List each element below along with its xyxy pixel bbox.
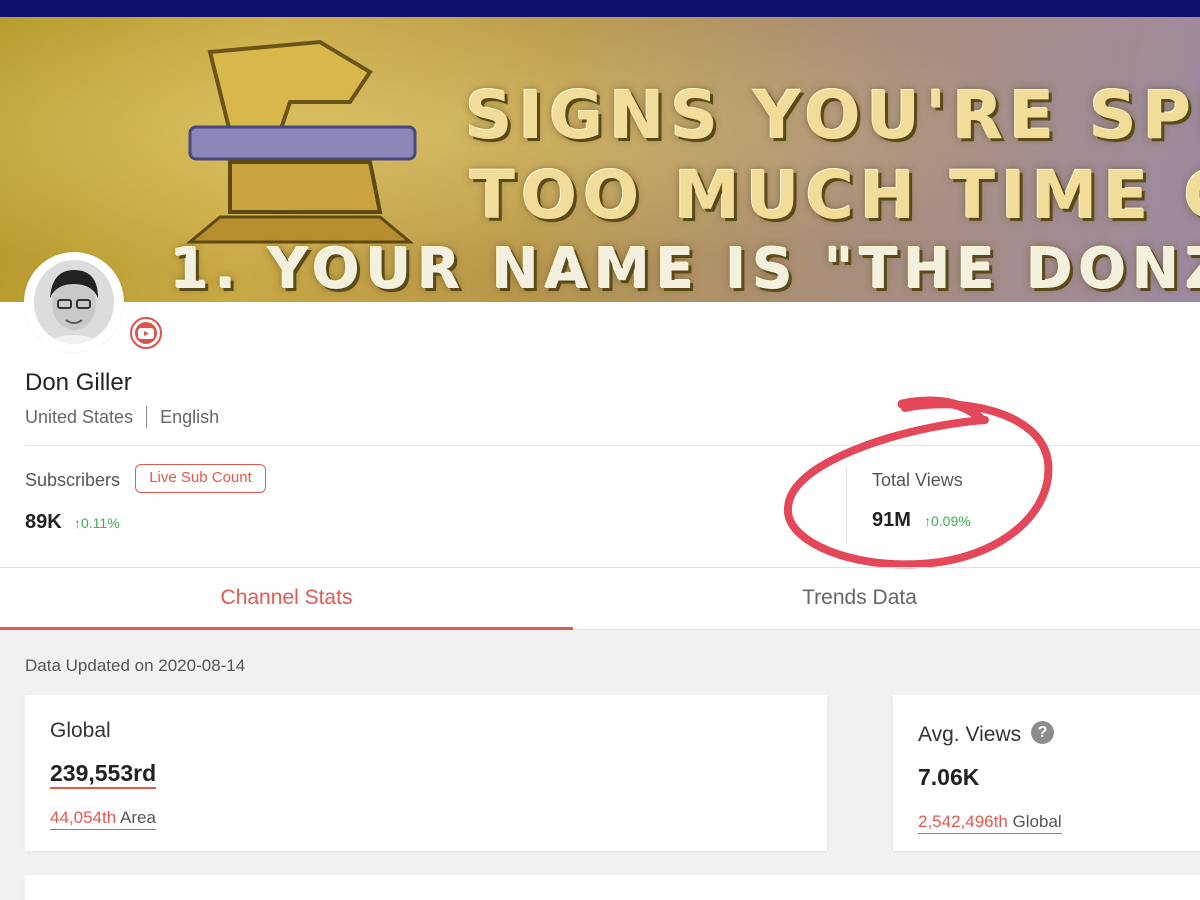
channel-banner: SIGNS YOU'RE SPE TOO MUCH TIME C 1. YOUR… <box>0 17 1200 302</box>
subscribers-value: 89K <box>25 511 62 533</box>
tab-trends-data[interactable]: Trends Data <box>573 568 1146 630</box>
divider <box>25 445 1200 446</box>
global-rank-value[interactable]: 239,553rd <box>50 760 157 789</box>
total-views-label: Total Views <box>872 470 963 490</box>
channel-meta: United States English <box>25 406 219 428</box>
next-card <box>25 875 1200 900</box>
global-rank-title: Global <box>50 719 111 742</box>
top-ten-logo <box>185 39 417 244</box>
avatar-image <box>34 260 114 344</box>
arrow-up-icon: ↑ <box>74 515 81 531</box>
banner-line-1: SIGNS YOU'RE SPE <box>465 77 1200 154</box>
total-views-change: ↑0.09% <box>924 513 971 529</box>
banner-line-3: 1. YOUR NAME IS "THE DONZ <box>170 237 1200 302</box>
channel-name: Don Giller <box>25 369 132 396</box>
top-bar <box>0 0 1200 17</box>
meta-separator <box>146 406 148 428</box>
data-updated-text: Data Updated on 2020-08-14 <box>25 656 246 675</box>
live-sub-count-button[interactable]: Live Sub Count <box>135 464 266 493</box>
play-icon <box>138 328 154 339</box>
area-rank-number: 44,054th <box>50 808 117 827</box>
arrow-up-icon: ↑ <box>924 513 931 529</box>
area-rank[interactable]: 44,054th Area <box>50 808 156 830</box>
banner-line-2: TOO MUCH TIME C <box>470 157 1200 234</box>
avg-views-card: Avg. Views 7.06K 2,542,496th Global <box>893 695 1200 851</box>
total-views-value: 91M <box>872 509 911 531</box>
help-icon[interactable]: ? <box>1031 721 1054 744</box>
avg-views-title: Avg. Views <box>918 723 1022 746</box>
subscribers-change: ↑0.11% <box>74 515 120 531</box>
tab-bar: Channel Stats Trends Data <box>0 568 1200 630</box>
stat-divider <box>846 468 847 543</box>
subscribers-label: Subscribers <box>25 470 121 490</box>
avg-views-rank-label: Global <box>1012 812 1062 831</box>
global-rank-card: Global 239,553rd 44,054th Area <box>25 695 827 851</box>
youtube-icon <box>130 317 162 349</box>
avg-views-global-rank[interactable]: 2,542,496th Global <box>918 812 1062 834</box>
area-rank-label: Area <box>119 808 156 827</box>
tab-channel-stats[interactable]: Channel Stats <box>0 568 573 630</box>
subscribers-change-value: 0.11% <box>81 515 120 531</box>
avg-views-rank-number: 2,542,496th <box>918 812 1008 831</box>
channel-language: English <box>160 406 220 427</box>
total-views-change-value: 0.09% <box>931 513 971 529</box>
avatar[interactable] <box>24 252 124 352</box>
avg-views-value: 7.06K <box>918 764 980 790</box>
channel-country: United States <box>25 406 134 427</box>
